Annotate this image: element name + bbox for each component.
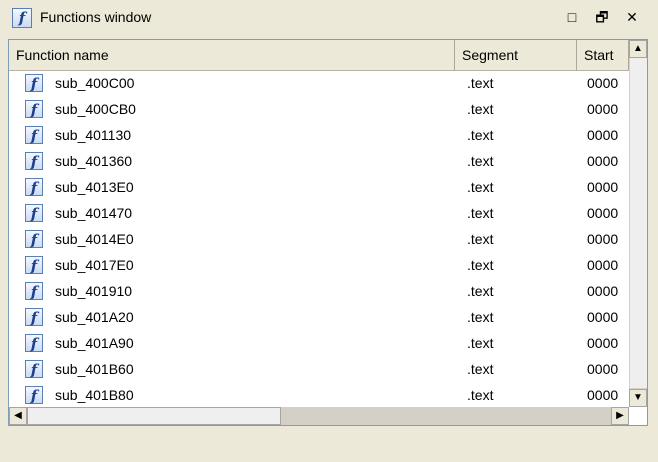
segment: .text — [467, 205, 494, 221]
start-address: 0000 — [587, 127, 619, 143]
column-header-function-name[interactable]: Function name — [9, 40, 455, 70]
function-icon: f — [25, 204, 43, 223]
table-row[interactable]: f sub_401B80 .text 0000 — [9, 382, 629, 408]
segment: .text — [467, 309, 494, 325]
restore-icon[interactable]: 🗗 — [592, 7, 612, 27]
vertical-scroll-thumb[interactable] — [629, 58, 647, 388]
table-row[interactable]: f sub_401470 .text 0000 — [9, 200, 629, 226]
function-name: sub_400C00 — [55, 75, 135, 91]
function-icon: f — [25, 334, 43, 353]
column-header-start[interactable]: Start — [577, 40, 629, 70]
function-icon: f — [25, 74, 43, 93]
grid-header: Function name Segment Start — [9, 40, 629, 71]
segment: .text — [467, 361, 494, 377]
start-address: 0000 — [587, 283, 619, 299]
table-row[interactable]: f sub_401910 .text 0000 — [9, 278, 629, 304]
column-header-segment[interactable]: Segment — [455, 40, 577, 70]
table-row[interactable]: f sub_4017E0 .text 0000 — [9, 252, 629, 278]
functions-grid: Function name Segment Start f sub_400C00… — [8, 39, 648, 426]
function-name: sub_401910 — [55, 283, 133, 299]
window-titlebar: f Functions window □ 🗗 ✕ — [0, 0, 658, 36]
segment: .text — [467, 153, 494, 169]
segment: .text — [467, 283, 494, 299]
segment: .text — [467, 387, 494, 403]
table-row[interactable]: f sub_4013E0 .text 0000 — [9, 174, 629, 200]
start-address: 0000 — [587, 361, 619, 377]
horizontal-scrollbar[interactable]: ◀ ▶ — [9, 407, 629, 425]
function-name: sub_400CB0 — [55, 101, 136, 117]
function-name: sub_4014E0 — [55, 231, 134, 247]
table-row[interactable]: f sub_4014E0 .text 0000 — [9, 226, 629, 252]
function-name: sub_401B80 — [55, 387, 134, 403]
function-list: f sub_400C00 .text 0000 f sub_400CB0 .te… — [9, 70, 629, 410]
start-address: 0000 — [587, 101, 619, 117]
scroll-left-button[interactable]: ◀ — [9, 407, 27, 425]
function-icon: f — [25, 230, 43, 249]
function-icon: f — [25, 282, 43, 301]
start-address: 0000 — [587, 335, 619, 351]
function-name: sub_4017E0 — [55, 257, 134, 273]
function-name: sub_4013E0 — [55, 179, 134, 195]
function-icon: f — [25, 386, 43, 405]
function-icon: f — [12, 8, 32, 28]
function-name: sub_401360 — [55, 153, 133, 169]
function-icon: f — [25, 360, 43, 379]
segment: .text — [467, 257, 494, 273]
segment: .text — [467, 101, 494, 117]
scroll-up-button[interactable]: ▲ — [629, 40, 647, 58]
segment: .text — [467, 75, 494, 91]
start-address: 0000 — [587, 387, 619, 403]
segment: .text — [467, 127, 494, 143]
function-name: sub_401A20 — [55, 309, 134, 325]
scroll-right-button[interactable]: ▶ — [611, 407, 629, 425]
function-icon: f — [25, 126, 43, 145]
function-icon: f — [25, 100, 43, 119]
function-icon: f — [25, 308, 43, 327]
scroll-down-button[interactable]: ▼ — [629, 389, 647, 407]
window-title: Functions window — [40, 9, 152, 25]
start-address: 0000 — [587, 179, 619, 195]
start-address: 0000 — [587, 75, 619, 91]
start-address: 0000 — [587, 205, 619, 221]
start-address: 0000 — [587, 309, 619, 325]
function-name: sub_401130 — [55, 127, 132, 143]
function-name: sub_401470 — [55, 205, 133, 221]
segment: .text — [467, 335, 494, 351]
function-icon: f — [25, 256, 43, 275]
function-icon: f — [25, 178, 43, 197]
function-name: sub_401B60 — [55, 361, 134, 377]
function-name: sub_401A90 — [55, 335, 134, 351]
table-row[interactable]: f sub_400C00 .text 0000 — [9, 70, 629, 96]
start-address: 0000 — [587, 231, 619, 247]
horizontal-scroll-thumb[interactable] — [27, 407, 281, 425]
start-address: 0000 — [587, 153, 619, 169]
maximize-icon[interactable]: □ — [562, 7, 582, 27]
table-row[interactable]: f sub_400CB0 .text 0000 — [9, 96, 629, 122]
close-icon[interactable]: ✕ — [622, 7, 642, 27]
segment: .text — [467, 231, 494, 247]
table-row[interactable]: f sub_401A90 .text 0000 — [9, 330, 629, 356]
vertical-scrollbar[interactable]: ▲ ▼ — [629, 40, 647, 407]
table-row[interactable]: f sub_401360 .text 0000 — [9, 148, 629, 174]
function-icon: f — [25, 152, 43, 171]
segment: .text — [467, 179, 494, 195]
table-row[interactable]: f sub_401A20 .text 0000 — [9, 304, 629, 330]
status-bar — [0, 428, 658, 462]
start-address: 0000 — [587, 257, 619, 273]
table-row[interactable]: f sub_401B60 .text 0000 — [9, 356, 629, 382]
table-row[interactable]: f sub_401130 .text 0000 — [9, 122, 629, 148]
